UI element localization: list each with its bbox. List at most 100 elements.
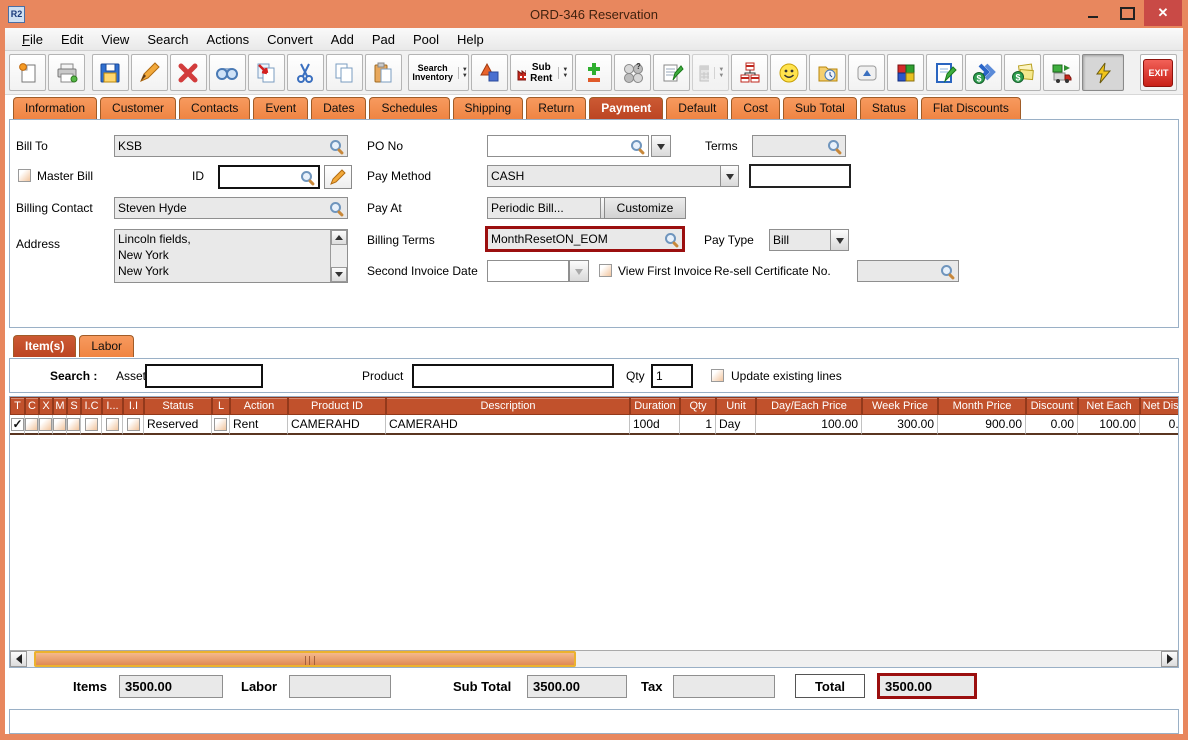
lookup-icon[interactable] [630, 139, 645, 154]
column-header[interactable]: Month Price [938, 397, 1026, 415]
row-checkbox-i[interactable] [106, 418, 119, 431]
tab-items[interactable]: Item(s) [13, 335, 76, 357]
lookup-icon[interactable] [940, 264, 955, 279]
lookup-icon[interactable] [300, 170, 315, 185]
tab-customer[interactable]: Customer [100, 97, 176, 119]
pay-type-dropdown[interactable]: Bill [769, 229, 849, 251]
column-header[interactable]: Discount [1026, 397, 1078, 415]
close-icon[interactable]: ✕ [1144, 0, 1182, 26]
column-header[interactable]: Net Disc... [1140, 397, 1179, 415]
maximize-icon[interactable] [1110, 0, 1144, 26]
tab-event[interactable]: Event [253, 97, 308, 119]
search-inventory-dropdown-icon[interactable]: ▼▼ [458, 67, 468, 79]
column-header[interactable]: L [212, 397, 230, 415]
column-header[interactable]: Product ID [288, 397, 386, 415]
print-button[interactable] [48, 54, 85, 91]
menu-add[interactable]: Add [322, 30, 363, 49]
menu-pad[interactable]: Pad [363, 30, 404, 49]
column-header[interactable]: Duration [630, 397, 680, 415]
tab-shipping[interactable]: Shipping [453, 97, 524, 119]
bill-to-field[interactable]: KSB [114, 135, 348, 157]
address-textarea[interactable]: Lincoln fields, New York New York [114, 229, 348, 283]
scroll-up-icon[interactable] [331, 230, 347, 245]
column-header[interactable]: T [10, 397, 25, 415]
find-button[interactable] [209, 54, 246, 91]
row-checkbox-t[interactable] [11, 418, 24, 431]
tab-default[interactable]: Default [666, 97, 728, 119]
folder-history-button[interactable] [809, 54, 846, 91]
scroll-down-icon[interactable] [331, 267, 347, 282]
delivery-truck-button[interactable] [1043, 54, 1080, 91]
billing-contact-field[interactable]: Steven Hyde [114, 197, 348, 219]
tab-flat-discounts[interactable]: Flat Discounts [921, 97, 1021, 119]
lookup-icon[interactable] [329, 139, 344, 154]
row-checkbox-x[interactable] [39, 418, 52, 431]
row-checkbox-l[interactable] [214, 418, 227, 431]
row-checkbox-s[interactable] [67, 418, 80, 431]
update-existing-lines-checkbox[interactable] [711, 369, 724, 382]
menu-convert[interactable]: Convert [258, 30, 322, 49]
customize-button[interactable]: Customize [604, 197, 686, 219]
column-header[interactable]: I.I [123, 397, 144, 415]
view-first-invoice-checkbox[interactable] [599, 264, 612, 277]
table-row[interactable]: Reserved Rent CAMERAHD CAMERAHD 100d 1 D… [10, 415, 1179, 435]
pay-at-dropdown[interactable]: Periodic Bill... [487, 197, 619, 219]
tab-information[interactable]: Information [13, 97, 97, 119]
resell-cert-field[interactable] [857, 260, 959, 282]
tab-cost[interactable]: Cost [731, 97, 780, 119]
column-header[interactable]: Net Each [1078, 397, 1140, 415]
menu-pool[interactable]: Pool [404, 30, 448, 49]
lookup-icon[interactable] [329, 201, 344, 216]
tab-schedules[interactable]: Schedules [369, 97, 449, 119]
tab-return[interactable]: Return [526, 97, 586, 119]
column-header[interactable]: Day/Each Price [756, 397, 862, 415]
edit-document-button[interactable] [926, 54, 963, 91]
menu-file[interactable]: File [13, 30, 52, 49]
table-horizontal-scrollbar[interactable] [10, 650, 1178, 667]
master-bill-checkbox[interactable] [18, 169, 31, 182]
save-button[interactable] [92, 54, 129, 91]
column-header[interactable]: Action [230, 397, 288, 415]
minimize-icon[interactable] [1076, 0, 1110, 26]
row-checkbox-c[interactable] [25, 418, 38, 431]
row-checkbox-ic[interactable] [85, 418, 98, 431]
asset-input[interactable] [145, 364, 263, 388]
scroll-left-icon[interactable] [10, 651, 27, 667]
row-checkbox-m[interactable] [53, 418, 66, 431]
delete-button[interactable] [170, 54, 207, 91]
cut-button[interactable] [287, 54, 324, 91]
column-header[interactable]: M [53, 397, 67, 415]
assembly-cubes-button[interactable] [887, 54, 924, 91]
po-no-dropdown-button[interactable] [651, 135, 671, 157]
column-header[interactable]: Week Price [862, 397, 938, 415]
scroll-right-icon[interactable] [1161, 651, 1178, 667]
product-input[interactable] [412, 364, 614, 388]
po-no-field[interactable] [487, 135, 649, 157]
tab-labor[interactable]: Labor [79, 335, 134, 357]
inventory-shapes-button[interactable] [471, 54, 508, 91]
tab-dates[interactable]: Dates [311, 97, 366, 119]
sub-rent-dropdown-icon[interactable]: ▼▼ [558, 67, 568, 79]
tab-contacts[interactable]: Contacts [179, 97, 250, 119]
menu-help[interactable]: Help [448, 30, 493, 49]
terms-field[interactable] [752, 135, 846, 157]
second-invoice-date-field[interactable] [487, 260, 569, 282]
contact-smiley-button[interactable] [770, 54, 807, 91]
second-invoice-date-dropdown-button[interactable] [569, 260, 589, 282]
tab-payment[interactable]: Payment [589, 97, 663, 119]
quick-lightning-button[interactable] [1082, 54, 1124, 91]
menu-search[interactable]: Search [138, 30, 197, 49]
sub-rent-button[interactable]: Sub Rent ▼▼ [510, 54, 573, 91]
paste-button[interactable] [365, 54, 402, 91]
menu-edit[interactable]: Edit [52, 30, 92, 49]
column-header[interactable]: I.C [81, 397, 102, 415]
edit-button[interactable] [131, 54, 168, 91]
pool-spheres-button[interactable]: ? [614, 54, 651, 91]
tab-sub-total[interactable]: Sub Total [783, 97, 857, 119]
duplicate-button[interactable] [248, 54, 285, 91]
lookup-icon[interactable] [664, 232, 679, 247]
org-chart-button[interactable] [731, 54, 768, 91]
search-inventory-button[interactable]: SearchInventory ▼▼ [408, 54, 469, 91]
column-header[interactable]: X [39, 397, 53, 415]
address-scrollbar[interactable] [330, 230, 347, 282]
